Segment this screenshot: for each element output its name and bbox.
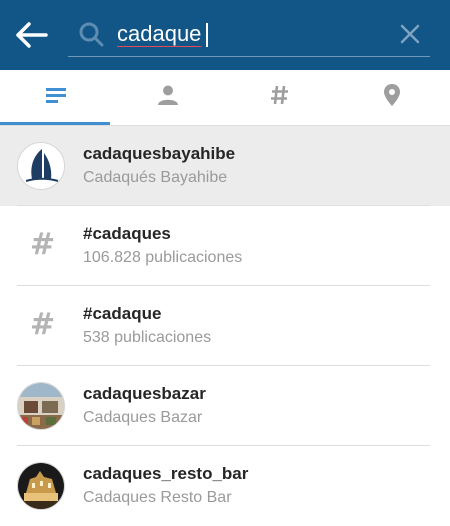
- result-subtitle: Cadaques Bazar: [83, 409, 203, 426]
- night-building-photo-avatar: [17, 462, 65, 510]
- search-bar: [68, 12, 430, 57]
- hashtag-icon: [270, 84, 290, 111]
- result-row[interactable]: # #cadaque 538 publicaciones: [0, 286, 450, 366]
- result-subtitle: Cadaques Resto Bar: [83, 489, 232, 506]
- person-icon: [157, 84, 179, 111]
- search-icon: [78, 21, 104, 47]
- result-title: cadaques_resto_bar: [83, 464, 249, 483]
- search-input[interactable]: [117, 18, 387, 50]
- hashtag-icon: #: [30, 227, 56, 262]
- result-row[interactable]: cadaquesbazar Cadaques Bazar: [0, 366, 450, 446]
- result-row[interactable]: cadaquesbayahibe Cadaqués Bayahibe: [0, 126, 450, 206]
- hashtag-icon: #: [30, 307, 56, 342]
- selected-tab-indicator: [0, 122, 110, 125]
- result-title: cadaquesbazar: [83, 384, 206, 403]
- result-title: #cadaque: [83, 304, 162, 323]
- result-subtitle: 538 publicaciones: [83, 329, 212, 346]
- back-arrow-icon[interactable]: [14, 19, 50, 51]
- location-pin-icon: [383, 83, 401, 112]
- list-icon: [44, 86, 68, 109]
- sailboat-logo-avatar: [17, 142, 65, 190]
- search-tabs: [0, 70, 450, 126]
- tab-people[interactable]: [112, 70, 224, 125]
- tab-tags[interactable]: [224, 70, 336, 125]
- text-cursor: [206, 23, 208, 47]
- result-title: cadaquesbayahibe: [83, 144, 236, 163]
- tab-top[interactable]: [0, 70, 112, 125]
- tab-places[interactable]: [336, 70, 448, 125]
- search-results-list: cadaquesbayahibe Cadaqués Bayahibe # #ca…: [0, 126, 450, 526]
- result-subtitle: Cadaqués Bayahibe: [83, 169, 228, 186]
- clear-search-icon[interactable]: [398, 22, 422, 46]
- result-subtitle: 106.828 publicaciones: [83, 249, 243, 266]
- result-row[interactable]: # #cadaques 106.828 publicaciones: [0, 206, 450, 286]
- result-title: #cadaques: [83, 224, 171, 243]
- result-row[interactable]: cadaques_resto_bar Cadaques Resto Bar: [0, 446, 450, 526]
- search-app-bar: [0, 0, 450, 70]
- storefront-photo-avatar: [17, 382, 65, 430]
